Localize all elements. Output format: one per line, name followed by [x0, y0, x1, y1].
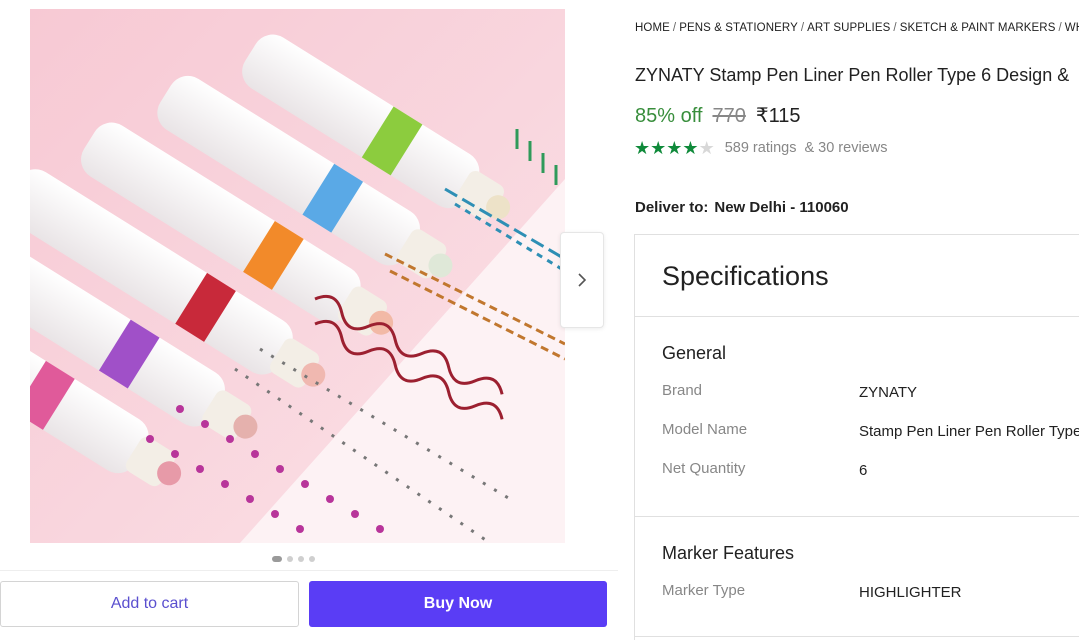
specifications-panel: Specifications General Brand ZYNATY Mode… [634, 234, 1079, 640]
breadcrumb-item[interactable]: ART SUPPLIES [807, 22, 890, 34]
breadcrumb-item[interactable]: HOME [635, 22, 670, 34]
rating-summary: ★ ★ ★ ★ ★ 589 ratings & 30 reviews [634, 139, 887, 157]
spec-value: Stamp Pen Liner Pen Roller Type [859, 423, 1079, 440]
star-rating: ★ ★ ★ ★ ★ [634, 139, 715, 157]
spec-key: Model Name [662, 421, 748, 438]
buy-now-button[interactable]: Buy Now [309, 581, 607, 627]
product-title: ZYNATY Stamp Pen Liner Pen Roller Type 6… [635, 65, 1070, 85]
star-empty-icon: ★ [698, 138, 715, 158]
product-image[interactable] [30, 9, 565, 543]
star-filled-icon: ★ [682, 138, 699, 158]
delivery-location[interactable]: Deliver to: New Delhi - 110060 [635, 199, 849, 216]
reviews-count[interactable]: & 30 reviews [804, 140, 887, 156]
ratings-count[interactable]: 589 ratings [725, 140, 797, 156]
spec-key: Brand [662, 382, 703, 399]
star-filled-icon: ★ [650, 138, 667, 158]
spec-key: Marker Type [662, 582, 746, 599]
add-to-cart-button[interactable]: Add to cart [0, 581, 299, 627]
original-price: 770 [712, 105, 746, 127]
selling-price: ₹115 [755, 105, 801, 127]
spec-group-general: General Brand ZYNATY Model Name Stamp Pe… [635, 317, 1079, 517]
action-bar: Add to cart Buy Now [0, 570, 618, 640]
breadcrumb-item[interactable]: PENS & STATIONERY [679, 22, 798, 34]
breadcrumb-item[interactable]: SKETCH & PAINT MARKERS [900, 22, 1056, 34]
star-filled-icon: ★ [634, 138, 651, 158]
spec-group-marker-features: Marker Features Marker Type HIGHLIGHTER [635, 517, 1079, 637]
delivery-label: Deliver to: [635, 199, 709, 216]
breadcrumb-separator: / [672, 22, 677, 34]
breadcrumb-separator: / [800, 22, 805, 34]
breadcrumb-separator: / [1058, 22, 1062, 34]
spec-group-title: General [662, 343, 727, 363]
discount-percent: 85% off [635, 105, 703, 127]
image-pagination-dots [272, 556, 315, 562]
spec-row: Marker Type HIGHLIGHTER [662, 582, 1079, 621]
spec-group-title: Marker Features [662, 543, 795, 563]
spec-row: Model Name Stamp Pen Liner Pen Roller Ty… [662, 421, 1079, 460]
spec-value: HIGHLIGHTER [859, 584, 962, 601]
next-image-button[interactable] [560, 232, 604, 328]
pagination-dot[interactable] [309, 556, 315, 562]
specifications-heading: Specifications [635, 235, 1079, 317]
chevron-right-icon [578, 273, 587, 287]
star-filled-icon: ★ [666, 138, 683, 158]
price-row: 85% off 770 ₹115 [635, 103, 800, 128]
delivery-address: New Delhi - 110060 [714, 199, 849, 216]
breadcrumb-separator: / [893, 22, 897, 34]
spec-key: Net Quantity [662, 460, 746, 477]
breadcrumb-item[interactable]: WHITEE [1065, 22, 1079, 34]
spec-value: 6 [859, 462, 868, 479]
pagination-dot[interactable] [272, 556, 282, 562]
breadcrumb: HOME / PENS & STATIONERY / ART SUPPLIES / SKET… [635, 22, 1079, 34]
spec-row: Net Quantity 6 [662, 460, 1079, 499]
pagination-dot[interactable] [287, 556, 293, 562]
spec-value: ZYNATY [859, 384, 918, 401]
spec-row: Brand ZYNATY [662, 382, 1079, 421]
pagination-dot[interactable] [298, 556, 304, 562]
